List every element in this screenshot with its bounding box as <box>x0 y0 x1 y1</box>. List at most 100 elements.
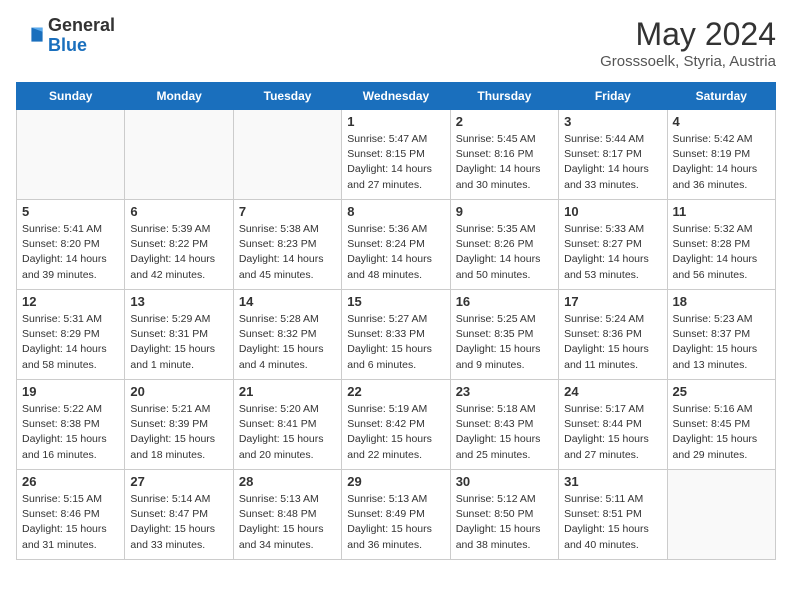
day-info: Sunrise: 5:13 AMSunset: 8:48 PMDaylight:… <box>239 492 336 553</box>
day-number: 23 <box>456 384 553 399</box>
logo-blue: Blue <box>48 35 87 55</box>
table-row: 12Sunrise: 5:31 AMSunset: 8:29 PMDayligh… <box>17 290 125 380</box>
day-number: 26 <box>22 474 119 489</box>
day-number: 1 <box>347 114 444 129</box>
logo-general: General <box>48 15 115 35</box>
day-number: 19 <box>22 384 119 399</box>
page-header: General Blue May 2024 Grosssoelk, Styria… <box>16 16 776 70</box>
day-info: Sunrise: 5:13 AMSunset: 8:49 PMDaylight:… <box>347 492 444 553</box>
table-row: 6 Sunrise: 5:39 AMSunset: 8:22 PMDaylight… <box>125 200 233 290</box>
logo-text: General Blue <box>48 16 115 56</box>
day-number: 6 <box>130 204 227 219</box>
day-info: Sunrise: 5:39 AMSunset: 8:22 PMDaylight:… <box>130 222 227 283</box>
day-info: Sunrise: 5:29 AMSunset: 8:31 PMDaylight:… <box>130 312 227 373</box>
day-info: Sunrise: 5:45 AMSunset: 8:16 PMDaylight:… <box>456 132 553 193</box>
day-number: 3 <box>564 114 661 129</box>
table-row: 25Sunrise: 5:16 AMSunset: 8:45 PMDayligh… <box>667 380 775 470</box>
day-number: 12 <box>22 294 119 309</box>
day-number: 31 <box>564 474 661 489</box>
week-row-1: 1 Sunrise: 5:47 AMSunset: 8:15 PMDaylight… <box>17 110 776 200</box>
table-row: 16 Sunrise: 5:25 AMSunset: 8:35 PMDayligh… <box>450 290 558 380</box>
day-info: Sunrise: 5:47 AMSunset: 8:15 PMDaylight:… <box>347 132 444 193</box>
col-tuesday: Tuesday <box>233 83 341 110</box>
table-row: 3Sunrise: 5:44 AMSunset: 8:17 PMDaylight… <box>559 110 667 200</box>
day-number: 29 <box>347 474 444 489</box>
day-info: Sunrise: 5:24 AMSunset: 8:36 PMDaylight:… <box>564 312 661 373</box>
day-number: 2 <box>456 114 553 129</box>
day-number: 10 <box>564 204 661 219</box>
col-sunday: Sunday <box>17 83 125 110</box>
calendar-header-row: Sunday Monday Tuesday Wednesday Thursday… <box>17 83 776 110</box>
day-info: Sunrise: 5:11 AMSunset: 8:51 PMDaylight:… <box>564 492 661 553</box>
table-row: 26 Sunrise: 5:15 AMSunset: 8:46 PMDayligh… <box>17 470 125 560</box>
month-title: May 2024 <box>600 16 776 53</box>
day-number: 15 <box>347 294 444 309</box>
table-row: 10 Sunrise: 5:33 AMSunset: 8:27 PMDayligh… <box>559 200 667 290</box>
table-row: 15 Sunrise: 5:27 AMSunset: 8:33 PMDayligh… <box>342 290 450 380</box>
col-monday: Monday <box>125 83 233 110</box>
table-row: 1 Sunrise: 5:47 AMSunset: 8:15 PMDaylight… <box>342 110 450 200</box>
day-number: 8 <box>347 204 444 219</box>
table-row: 23Sunrise: 5:18 AMSunset: 8:43 PMDayligh… <box>450 380 558 470</box>
day-info: Sunrise: 5:19 AMSunset: 8:42 PMDaylight:… <box>347 402 444 463</box>
day-number: 24 <box>564 384 661 399</box>
location-subtitle: Grosssoelk, Styria, Austria <box>600 53 776 70</box>
table-row: 31 Sunrise: 5:11 AMSunset: 8:51 PMDayligh… <box>559 470 667 560</box>
day-number: 17 <box>564 294 661 309</box>
day-info: Sunrise: 5:16 AMSunset: 8:45 PMDaylight:… <box>673 402 770 463</box>
col-thursday: Thursday <box>450 83 558 110</box>
day-info: Sunrise: 5:23 AMSunset: 8:37 PMDaylight:… <box>673 312 770 373</box>
day-info: Sunrise: 5:33 AMSunset: 8:27 PMDaylight:… <box>564 222 661 283</box>
table-row: 20 Sunrise: 5:21 AMSunset: 8:39 PMDayligh… <box>125 380 233 470</box>
day-number: 14 <box>239 294 336 309</box>
day-info: Sunrise: 5:20 AMSunset: 8:41 PMDaylight:… <box>239 402 336 463</box>
calendar-table: Sunday Monday Tuesday Wednesday Thursday… <box>16 82 776 560</box>
day-info: Sunrise: 5:35 AMSunset: 8:26 PMDaylight:… <box>456 222 553 283</box>
day-info: Sunrise: 5:36 AMSunset: 8:24 PMDaylight:… <box>347 222 444 283</box>
day-number: 9 <box>456 204 553 219</box>
day-info: Sunrise: 5:15 AMSunset: 8:46 PMDaylight:… <box>22 492 119 553</box>
day-info: Sunrise: 5:25 AMSunset: 8:35 PMDaylight:… <box>456 312 553 373</box>
day-number: 20 <box>130 384 227 399</box>
table-row: 2 Sunrise: 5:45 AMSunset: 8:16 PMDaylight… <box>450 110 558 200</box>
day-info: Sunrise: 5:27 AMSunset: 8:33 PMDaylight:… <box>347 312 444 373</box>
table-row: 4Sunrise: 5:42 AMSunset: 8:19 PMDaylight… <box>667 110 775 200</box>
day-number: 4 <box>673 114 770 129</box>
day-info: Sunrise: 5:41 AMSunset: 8:20 PMDaylight:… <box>22 222 119 283</box>
day-info: Sunrise: 5:28 AMSunset: 8:32 PMDaylight:… <box>239 312 336 373</box>
day-number: 30 <box>456 474 553 489</box>
day-info: Sunrise: 5:38 AMSunset: 8:23 PMDaylight:… <box>239 222 336 283</box>
table-row: 30 Sunrise: 5:12 AMSunset: 8:50 PMDayligh… <box>450 470 558 560</box>
week-row-3: 12Sunrise: 5:31 AMSunset: 8:29 PMDayligh… <box>17 290 776 380</box>
day-info: Sunrise: 5:17 AMSunset: 8:44 PMDaylight:… <box>564 402 661 463</box>
day-number: 7 <box>239 204 336 219</box>
table-row: 19 Sunrise: 5:22 AMSunset: 8:38 PMDayligh… <box>17 380 125 470</box>
col-wednesday: Wednesday <box>342 83 450 110</box>
day-info: Sunrise: 5:22 AMSunset: 8:38 PMDaylight:… <box>22 402 119 463</box>
table-row: 17 Sunrise: 5:24 AMSunset: 8:36 PMDayligh… <box>559 290 667 380</box>
table-row: 8 Sunrise: 5:36 AMSunset: 8:24 PMDaylight… <box>342 200 450 290</box>
table-row: 21 Sunrise: 5:20 AMSunset: 8:41 PMDayligh… <box>233 380 341 470</box>
table-row: 27Sunrise: 5:14 AMSunset: 8:47 PMDayligh… <box>125 470 233 560</box>
day-info: Sunrise: 5:32 AMSunset: 8:28 PMDaylight:… <box>673 222 770 283</box>
day-number: 5 <box>22 204 119 219</box>
day-number: 21 <box>239 384 336 399</box>
table-row: 18 Sunrise: 5:23 AMSunset: 8:37 PMDayligh… <box>667 290 775 380</box>
week-row-4: 19 Sunrise: 5:22 AMSunset: 8:38 PMDayligh… <box>17 380 776 470</box>
day-number: 11 <box>673 204 770 219</box>
day-number: 28 <box>239 474 336 489</box>
table-row: 7 Sunrise: 5:38 AMSunset: 8:23 PMDaylight… <box>233 200 341 290</box>
week-row-2: 5 Sunrise: 5:41 AMSunset: 8:20 PMDaylight… <box>17 200 776 290</box>
week-row-5: 26 Sunrise: 5:15 AMSunset: 8:46 PMDayligh… <box>17 470 776 560</box>
day-info: Sunrise: 5:21 AMSunset: 8:39 PMDaylight:… <box>130 402 227 463</box>
table-row: 5 Sunrise: 5:41 AMSunset: 8:20 PMDaylight… <box>17 200 125 290</box>
generalblue-logo-icon <box>16 22 44 50</box>
table-row: 29 Sunrise: 5:13 AMSunset: 8:49 PMDayligh… <box>342 470 450 560</box>
day-number: 22 <box>347 384 444 399</box>
col-friday: Friday <box>559 83 667 110</box>
title-block: May 2024 Grosssoelk, Styria, Austria <box>600 16 776 70</box>
day-info: Sunrise: 5:12 AMSunset: 8:50 PMDaylight:… <box>456 492 553 553</box>
day-number: 18 <box>673 294 770 309</box>
day-number: 27 <box>130 474 227 489</box>
day-number: 16 <box>456 294 553 309</box>
